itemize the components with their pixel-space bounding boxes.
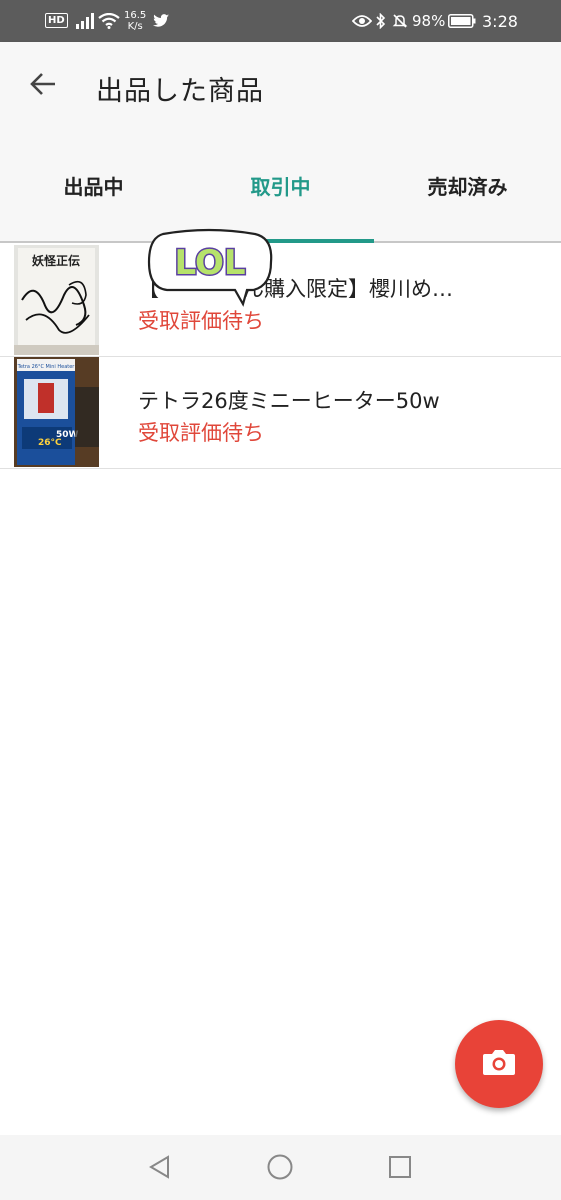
back-triangle-icon (147, 1154, 173, 1184)
tab-in-progress[interactable]: 取引中 (187, 130, 374, 241)
hd-badge: HD (45, 13, 68, 28)
nav-back-button[interactable] (146, 1155, 174, 1183)
signal-icon (76, 0, 94, 42)
battery-icon (448, 0, 476, 42)
arrow-left-icon (29, 72, 57, 100)
bluetooth-icon (376, 0, 386, 42)
wifi-icon (98, 0, 120, 42)
tab-bar: 出品中 取引中 売却済み (0, 130, 561, 243)
tab-sold[interactable]: 売却済み (374, 130, 561, 241)
back-button[interactable] (20, 66, 66, 106)
thumb-caption: Tetra 26°C Mini Heater (17, 364, 76, 370)
item-list: 妖怪正伝 【 ん購入限定】櫻川め… 受取評価待ち Tetra 26°C Mini… (0, 245, 561, 469)
status-bar: HD 16.5 K/s 98% 3:28 (0, 0, 561, 42)
twitter-icon (153, 0, 169, 42)
lol-text: LOL (174, 243, 245, 283)
page-title: 出品した商品 (96, 76, 264, 107)
item-title: テトラ26度ミニーヒーター50w (138, 389, 440, 413)
eye-icon (352, 0, 372, 42)
list-item[interactable]: 妖怪正伝 【 ん購入限定】櫻川め… 受取評価待ち (0, 245, 561, 357)
recents-square-icon (387, 1154, 413, 1184)
item-thumbnail: Tetra 26°C Mini Heater 26°C 50W (14, 357, 99, 467)
system-nav-bar (0, 1135, 561, 1200)
clock-time: 3:28 (482, 11, 518, 31)
speed-value: 16.5 (124, 10, 147, 21)
item-status: 受取評価待ち (138, 309, 264, 333)
item-status: 受取評価待ち (138, 421, 264, 445)
nav-home-button[interactable] (266, 1153, 294, 1185)
home-circle-icon (266, 1153, 294, 1185)
camera-icon (482, 1048, 516, 1080)
mute-icon (392, 0, 408, 42)
battery-percent: 98% (412, 12, 446, 30)
lol-sticker: LOL (145, 226, 275, 308)
app-bar: 出品した商品 (0, 42, 561, 130)
thumb-caption: 妖怪正伝 (32, 253, 80, 268)
tab-listing[interactable]: 出品中 (0, 130, 187, 241)
camera-button[interactable] (455, 1020, 543, 1108)
speed-unit: K/s (127, 21, 143, 32)
network-speed: 16.5 K/s (124, 0, 146, 42)
nav-recents-button[interactable] (386, 1155, 414, 1183)
item-thumbnail: 妖怪正伝 (14, 245, 99, 355)
list-item[interactable]: Tetra 26°C Mini Heater 26°C 50W テトラ26度ミニ… (0, 357, 561, 469)
